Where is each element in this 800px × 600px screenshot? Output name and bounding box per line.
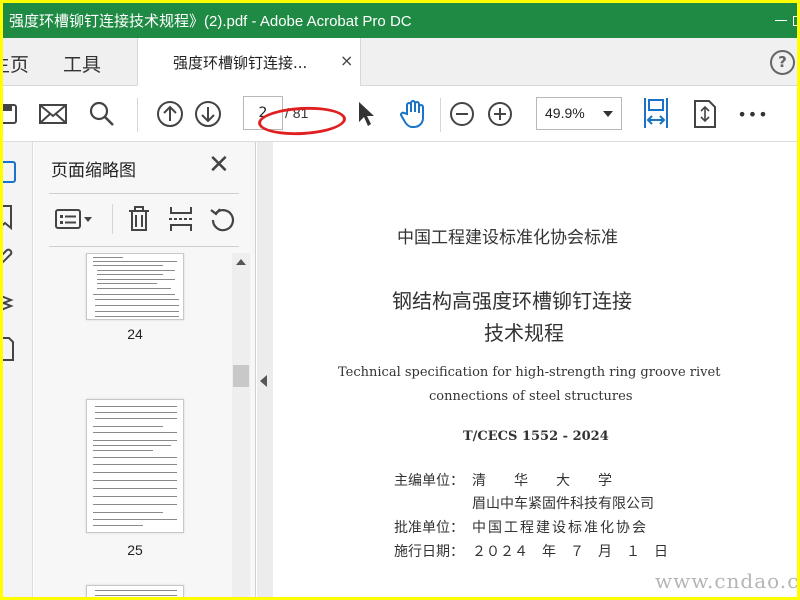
doc-english-title-line2: connections of steel structures — [429, 389, 633, 404]
chevron-down-icon — [603, 111, 613, 117]
tab-bar: 主页 工具 强度环槽铆钉连接... × ? — [3, 38, 797, 86]
help-icon[interactable]: ? — [770, 50, 795, 75]
minimize-button[interactable] — [758, 3, 797, 38]
bookmarks-icon[interactable] — [3, 204, 25, 231]
toolbar-separator — [440, 98, 441, 132]
full-screen-icon[interactable] — [690, 99, 720, 129]
doc-approve-label: 批准单位： — [394, 520, 464, 536]
watermark: www.cndao.com — [655, 569, 797, 593]
hand-tool-icon[interactable] — [399, 99, 429, 129]
rotate-icon[interactable] — [208, 204, 238, 234]
zoom-in-icon[interactable] — [485, 99, 515, 129]
page-thumbnails-icon[interactable] — [3, 160, 25, 186]
page-thumbnail-25[interactable] — [86, 399, 184, 533]
acrobat-window: 强度环槽铆钉连接技术规程》(2).pdf - Adobe Acrobat Pro… — [3, 3, 797, 597]
mail-icon[interactable] — [38, 99, 68, 129]
doc-effective-label: 施行日期： — [394, 544, 464, 560]
page-up-icon[interactable] — [155, 99, 185, 129]
panel-collapse-handle[interactable] — [257, 142, 273, 597]
tab-close-icon[interactable]: × — [340, 51, 353, 70]
title-bar: 强度环槽铆钉连接技术规程》(2).pdf - Adobe Acrobat Pro… — [3, 3, 797, 38]
thumbnail-list: 24 25 — [34, 253, 244, 597]
thumbnail-options-icon[interactable] — [52, 204, 96, 234]
panel-separator — [112, 204, 113, 234]
fit-width-icon[interactable] — [640, 96, 672, 130]
search-icon[interactable] — [87, 99, 117, 129]
thumbnail-scrollbar[interactable] — [232, 253, 250, 597]
panel-divider — [49, 246, 239, 247]
zoom-out-icon[interactable] — [447, 99, 477, 129]
tools-tab[interactable]: 工具 — [63, 50, 101, 77]
panel-close-icon[interactable]: ✕ — [208, 152, 230, 178]
page-thumbnail-24[interactable] — [86, 253, 184, 320]
doc-chief-label: 主编单位： — [394, 473, 464, 489]
more-icon[interactable]: ••• — [737, 99, 768, 129]
scrollbar-thumb[interactable] — [233, 365, 249, 387]
main-toolbar: 2 / 81 49.9% ••• — [3, 86, 797, 142]
panel-divider — [49, 193, 239, 194]
doc-title-line1: 钢结构高强度环槽铆钉连接 — [392, 289, 632, 313]
page-thumbnail-26[interactable] — [86, 585, 184, 597]
doc-chief-value2: 眉山中车紧固件科技有限公司 — [472, 496, 654, 512]
page-down-icon[interactable] — [193, 99, 223, 129]
document-view[interactable]: 中国工程建设标准化协会标准 钢结构高强度环槽铆钉连接 技术规程 Technica… — [273, 142, 797, 597]
doc-org-standard: 中国工程建设标准化协会标准 — [397, 228, 618, 248]
left-tool-rail — [3, 142, 33, 597]
panel-toolbar — [34, 200, 256, 240]
doc-english-title-line1: Technical specification for high-strengt… — [338, 365, 721, 380]
scroll-up-icon[interactable] — [236, 259, 246, 265]
doc-title-line2: 技术规程 — [484, 321, 564, 345]
attachments-icon[interactable] — [3, 246, 25, 272]
delete-icon[interactable] — [124, 204, 154, 234]
extract-icon[interactable] — [166, 204, 196, 234]
page-thumbnails-panel: 页面缩略图 ✕ 24 25 — [34, 142, 256, 597]
toolbar-separator — [137, 98, 138, 132]
save-icon[interactable] — [3, 99, 23, 129]
document-tab-label: 强度环槽铆钉连接... — [173, 54, 308, 72]
doc-effective-value: ２０２４ 年 ７ 月 １ 日 — [472, 544, 668, 560]
zoom-select[interactable]: 49.9% — [536, 97, 622, 130]
doc-approve-value: 中国工程建设标准化协会 — [472, 520, 648, 536]
thumbnail-page-label: 25 — [127, 542, 143, 558]
layers-icon[interactable] — [3, 290, 25, 316]
maximize-button[interactable] — [793, 3, 797, 38]
panel-title: 页面缩略图 — [51, 161, 136, 181]
doc-standard-code: T/CECS 1552 - 2024 — [463, 429, 609, 444]
thumbnail-page-label: 24 — [127, 326, 143, 342]
window-title: 强度环槽铆钉连接技术规程》(2).pdf - Adobe Acrobat Pro… — [9, 13, 412, 30]
zoom-value: 49.9% — [545, 105, 585, 121]
document-tab[interactable]: 强度环槽铆钉连接... × — [137, 38, 361, 86]
collapse-arrow-icon — [260, 375, 267, 387]
doc-chief-value1: 清 华 大 学 — [472, 473, 612, 489]
home-tab[interactable]: 主页 — [3, 50, 29, 77]
select-cursor-icon[interactable] — [351, 99, 381, 129]
document-icon[interactable] — [3, 336, 25, 362]
